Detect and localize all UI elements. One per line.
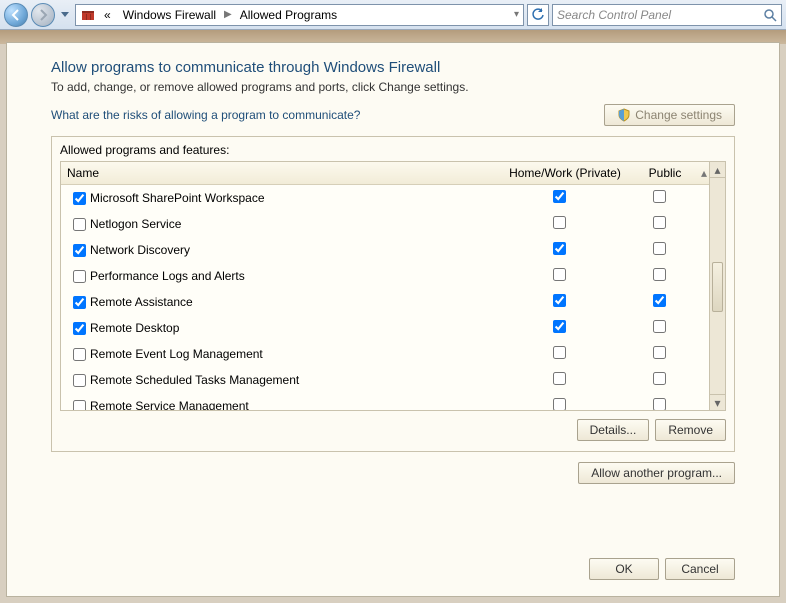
breadcrumb-prefix: «: [100, 6, 115, 24]
program-name: Remote Event Log Management: [90, 347, 263, 361]
ok-button[interactable]: OK: [589, 558, 659, 580]
firewall-icon: [80, 7, 96, 23]
page-title: Allow programs to communicate through Wi…: [51, 59, 735, 76]
chevron-right-icon: ▶: [224, 9, 232, 20]
table-row[interactable]: Network Discovery: [61, 237, 709, 263]
remove-button[interactable]: Remove: [655, 419, 726, 441]
enable-checkbox[interactable]: [73, 244, 86, 257]
breadcrumb-item-firewall[interactable]: Windows Firewall: [119, 6, 220, 24]
shield-icon: [617, 108, 631, 122]
table-row[interactable]: Remote Scheduled Tasks Management: [61, 367, 709, 393]
change-settings-button[interactable]: Change settings: [604, 104, 735, 126]
content-panel: Allow programs to communicate through Wi…: [6, 42, 780, 597]
arrow-right-icon: [37, 9, 49, 21]
table-row[interactable]: Microsoft SharePoint Workspace: [61, 185, 709, 211]
arrow-left-icon: [10, 9, 22, 21]
refresh-icon: [531, 8, 545, 22]
scroll-up-button[interactable]: ▴: [710, 162, 725, 178]
enable-checkbox[interactable]: [73, 322, 86, 335]
dialog-footer: OK Cancel: [589, 558, 735, 580]
homework-checkbox[interactable]: [553, 398, 566, 410]
table-row[interactable]: Netlogon Service: [61, 211, 709, 237]
breadcrumb-item-allowed[interactable]: Allowed Programs: [236, 6, 341, 24]
homework-checkbox[interactable]: [553, 190, 566, 203]
public-checkbox[interactable]: [653, 372, 666, 385]
breadcrumb[interactable]: « Windows Firewall ▶ Allowed Programs ▾: [75, 4, 524, 26]
enable-checkbox[interactable]: [73, 374, 86, 387]
homework-checkbox[interactable]: [553, 346, 566, 359]
scroll-thumb[interactable]: [712, 262, 723, 312]
list-header: Name Home/Work (Private) Public ▴: [61, 162, 709, 185]
program-name: Netlogon Service: [90, 217, 181, 231]
sort-indicator-icon: ▴: [695, 162, 709, 184]
scrollbar[interactable]: ▴ ▾: [709, 162, 725, 410]
scroll-down-button[interactable]: ▾: [710, 394, 725, 410]
program-name: Remote Scheduled Tasks Management: [90, 373, 299, 387]
enable-checkbox[interactable]: [73, 348, 86, 361]
program-name: Remote Desktop: [90, 321, 179, 335]
program-name: Remote Service Management: [90, 399, 249, 410]
homework-checkbox[interactable]: [553, 372, 566, 385]
nav-history-dropdown[interactable]: [58, 5, 72, 25]
chevron-down-icon: [61, 12, 69, 18]
enable-checkbox[interactable]: [73, 218, 86, 231]
table-row[interactable]: Remote Assistance: [61, 289, 709, 315]
address-bar: « Windows Firewall ▶ Allowed Programs ▾ …: [0, 0, 786, 30]
enable-checkbox[interactable]: [73, 270, 86, 283]
search-input[interactable]: Search Control Panel: [552, 4, 782, 26]
homework-checkbox[interactable]: [553, 268, 566, 281]
column-name[interactable]: Name: [61, 162, 495, 184]
homework-checkbox[interactable]: [553, 294, 566, 307]
program-name: Network Discovery: [90, 243, 190, 257]
table-row[interactable]: Remote Service Management: [61, 393, 709, 410]
back-button[interactable]: [4, 3, 28, 27]
search-placeholder: Search Control Panel: [557, 8, 763, 22]
breadcrumb-dropdown[interactable]: ▾: [514, 9, 519, 20]
search-icon: [763, 8, 777, 22]
column-public[interactable]: Public: [635, 162, 695, 184]
public-checkbox[interactable]: [653, 320, 666, 333]
program-name: Microsoft SharePoint Workspace: [90, 191, 265, 205]
enable-checkbox[interactable]: [73, 296, 86, 309]
public-checkbox[interactable]: [653, 242, 666, 255]
enable-checkbox[interactable]: [73, 400, 86, 411]
enable-checkbox[interactable]: [73, 192, 86, 205]
program-name: Performance Logs and Alerts: [90, 269, 245, 283]
public-checkbox[interactable]: [653, 268, 666, 281]
risks-link[interactable]: What are the risks of allowing a program…: [51, 108, 360, 122]
change-settings-label: Change settings: [635, 108, 722, 122]
public-checkbox[interactable]: [653, 294, 666, 307]
page-subtitle: To add, change, or remove allowed progra…: [51, 80, 735, 94]
programs-list: Name Home/Work (Private) Public ▴ Micros…: [60, 161, 726, 411]
homework-checkbox[interactable]: [553, 242, 566, 255]
table-row[interactable]: Remote Desktop: [61, 315, 709, 341]
group-title: Allowed programs and features:: [60, 143, 726, 157]
public-checkbox[interactable]: [653, 398, 666, 410]
public-checkbox[interactable]: [653, 216, 666, 229]
forward-button[interactable]: [31, 3, 55, 27]
public-checkbox[interactable]: [653, 190, 666, 203]
details-button[interactable]: Details...: [577, 419, 650, 441]
homework-checkbox[interactable]: [553, 216, 566, 229]
table-row[interactable]: Remote Event Log Management: [61, 341, 709, 367]
allow-another-program-button[interactable]: Allow another program...: [578, 462, 735, 484]
public-checkbox[interactable]: [653, 346, 666, 359]
program-name: Remote Assistance: [90, 295, 193, 309]
cancel-button[interactable]: Cancel: [665, 558, 735, 580]
refresh-button[interactable]: [527, 4, 549, 26]
allowed-programs-group: Allowed programs and features: Name Home…: [51, 136, 735, 452]
column-homework[interactable]: Home/Work (Private): [495, 162, 635, 184]
table-row[interactable]: Performance Logs and Alerts: [61, 263, 709, 289]
homework-checkbox[interactable]: [553, 320, 566, 333]
